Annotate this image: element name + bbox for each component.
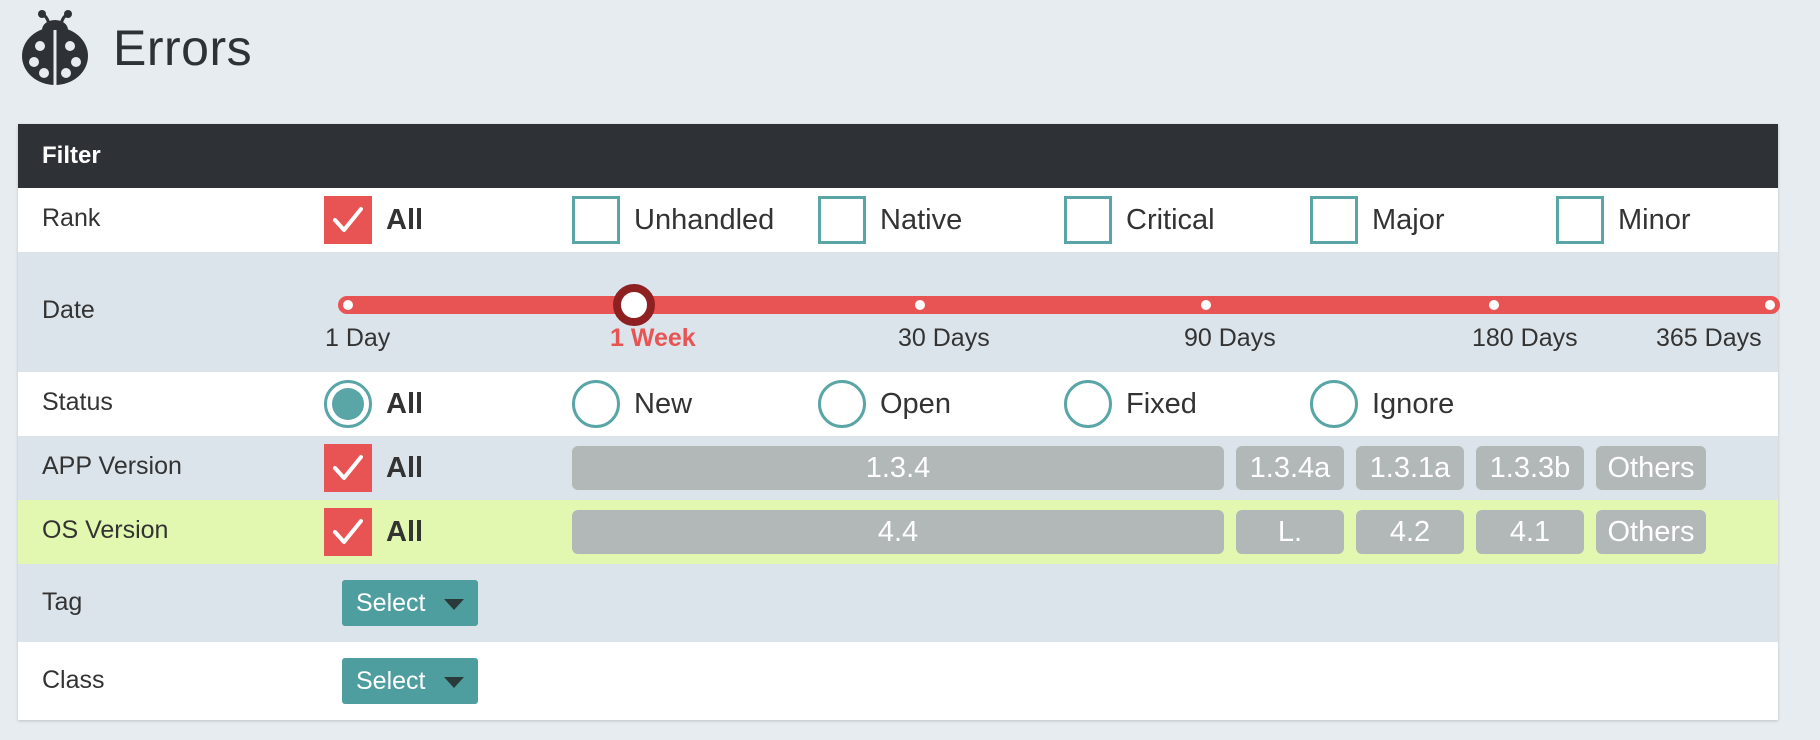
status-open-label: Open [880,387,951,420]
os-version-pill-others[interactable]: Others [1596,510,1706,554]
tag-select-label: Select [356,588,426,617]
os-version-label: OS Version [42,516,169,544]
status-fixed-radio[interactable] [1064,380,1112,428]
date-step-label[interactable]: 365 Days [1656,324,1762,353]
status-new-radio[interactable] [572,380,620,428]
ladybug-icon [22,10,88,86]
filter-panel-header: Filter [18,124,1778,188]
app-version-pill[interactable]: 1.3.4 [572,446,1224,490]
status-row: Status All New Open Fixed Ignore [18,372,1778,436]
app-version-all-label: All [386,451,424,484]
rank-option-minor[interactable]: Minor [1556,196,1691,244]
tag-label: Tag [42,588,83,616]
app-version-pill[interactable]: 1.3.3b [1476,446,1584,490]
caret-down-icon [444,599,464,610]
date-tick-180-days[interactable] [1489,300,1499,310]
os-version-row: OS Version All 4.4 L. 4.2 4.1 Others [18,500,1778,564]
filter-panel: Filter Rank All Unhandled Native Critica… [18,124,1780,720]
date-tick-1-day[interactable] [343,300,353,310]
status-all-label: All [386,387,424,420]
tag-row: Tag Select [18,564,1778,642]
os-version-pill[interactable]: 4.4 [572,510,1224,554]
app-version-pill[interactable]: 1.3.1a [1356,446,1464,490]
rank-all-label: All [386,203,424,236]
status-option-open[interactable]: Open [818,380,951,428]
date-step-label-selected[interactable]: 1 Week [610,324,696,353]
status-option-new[interactable]: New [572,380,692,428]
app-version-row: APP Version All 1.3.4 1.3.4a 1.3.1a 1.3.… [18,436,1778,500]
status-ignore-radio[interactable] [1310,380,1358,428]
rank-row: Rank All Unhandled Native Critical Major… [18,188,1778,252]
date-step-label[interactable]: 1 Day [325,324,390,353]
status-all-radio[interactable] [324,380,372,428]
caret-down-icon [444,677,464,688]
page-header: Errors [18,10,252,86]
app-version-all-checkbox[interactable] [324,444,372,492]
class-select-dropdown[interactable]: Select [342,658,478,704]
date-label: Date [42,296,95,324]
rank-critical-label: Critical [1126,203,1215,236]
rank-label: Rank [42,204,101,232]
rank-critical-checkbox[interactable] [1064,196,1112,244]
os-version-all-checkbox[interactable] [324,508,372,556]
date-step-label[interactable]: 30 Days [898,324,990,353]
os-version-pill[interactable]: L. [1236,510,1344,554]
class-select-label: Select [356,666,426,695]
checkmark-icon [333,455,363,480]
checkmark-icon [333,519,363,544]
rank-option-critical[interactable]: Critical [1064,196,1215,244]
status-option-ignore[interactable]: Ignore [1310,380,1454,428]
rank-all-checkbox[interactable] [324,196,372,244]
rank-option-all[interactable]: All [324,196,423,244]
status-option-fixed[interactable]: Fixed [1064,380,1197,428]
date-row: Date 1 Day 1 Week 30 Days 90 Days 180 Da… [18,252,1780,372]
status-label: Status [42,388,113,416]
status-ignore-label: Ignore [1372,387,1455,420]
app-version-pill[interactable]: 1.3.4a [1236,446,1344,490]
os-version-pill[interactable]: 4.1 [1476,510,1584,554]
rank-option-major[interactable]: Major [1310,196,1445,244]
status-option-all[interactable]: All [324,380,423,428]
checkmark-icon [333,207,363,232]
rank-minor-label: Minor [1618,203,1691,236]
rank-option-native[interactable]: Native [818,196,962,244]
os-version-all-label: All [386,515,424,548]
app-version-pill-others[interactable]: Others [1596,446,1706,490]
class-row: Class Select [18,642,1778,720]
status-open-radio[interactable] [818,380,866,428]
tag-select-dropdown[interactable]: Select [342,580,478,626]
date-step-label[interactable]: 90 Days [1184,324,1276,353]
date-step-label[interactable]: 180 Days [1472,324,1578,353]
date-slider-track[interactable] [338,284,1780,326]
status-new-label: New [634,387,693,420]
page-title: Errors [113,20,253,76]
rank-major-label: Major [1372,203,1445,236]
date-tick-365-days[interactable] [1765,300,1775,310]
os-version-pill[interactable]: 4.2 [1356,510,1464,554]
rank-option-unhandled[interactable]: Unhandled [572,196,774,244]
rank-native-label: Native [880,203,963,236]
rank-unhandled-label: Unhandled [634,203,775,236]
class-label: Class [42,666,105,694]
rank-minor-checkbox[interactable] [1556,196,1604,244]
app-version-option-all[interactable]: All [324,444,423,492]
os-version-option-all[interactable]: All [324,508,423,556]
status-fixed-label: Fixed [1126,387,1197,420]
app-version-label: APP Version [42,452,182,480]
date-tick-30-days[interactable] [915,300,925,310]
rank-native-checkbox[interactable] [818,196,866,244]
rank-major-checkbox[interactable] [1310,196,1358,244]
rank-unhandled-checkbox[interactable] [572,196,620,244]
date-slider-handle[interactable] [613,284,655,326]
date-tick-90-days[interactable] [1201,300,1211,310]
